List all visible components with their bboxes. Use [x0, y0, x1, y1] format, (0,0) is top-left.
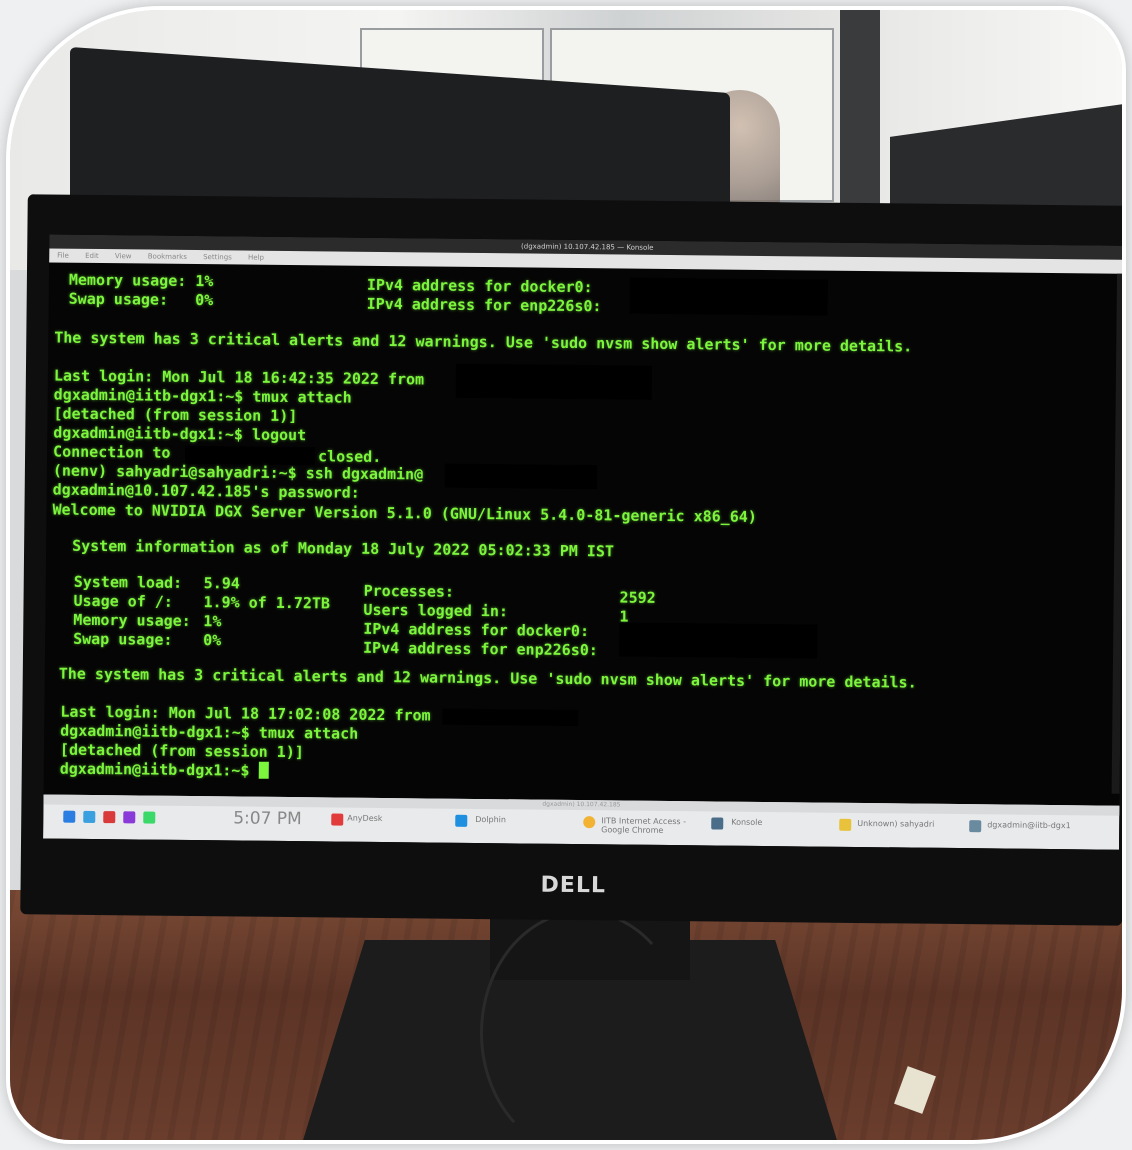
shell-prompt: dgxadmin@iitb-dgx1:~$ — [60, 760, 269, 781]
ipv4-enp-label: IPv4 address for enp226s0: — [362, 638, 598, 660]
detached-line: [detached (from session 1)] — [53, 404, 298, 426]
menu-file[interactable]: File — [57, 252, 69, 260]
task-item[interactable]: Unknown) sahyadri — [857, 819, 967, 829]
app-launcher-icon[interactable] — [63, 810, 76, 823]
redacted-block — [618, 622, 818, 659]
menu-bookmarks[interactable]: Bookmarks — [148, 253, 187, 261]
terminal-output[interactable]: Memory usage: 1% Swap usage: 0% IPv4 add… — [50, 267, 1115, 798]
taskbar-window-label: dgxadmin) 10.107.42.185 — [43, 794, 1120, 816]
task-anydesk[interactable]: AnyDesk — [347, 814, 382, 823]
dell-logo: DELL — [540, 872, 607, 899]
redacted-block — [442, 708, 579, 727]
welcome-line: Welcome to NVIDIA DGX Server Version 5.1… — [52, 500, 757, 526]
app-icon[interactable] — [123, 811, 136, 824]
prev-ipv4-docker: IPv4 address for docker0: — [366, 275, 593, 297]
files-icon[interactable] — [83, 810, 96, 823]
menu-view[interactable]: View — [115, 252, 132, 260]
system-load-label: System load: — [73, 572, 183, 592]
redacted-block — [629, 277, 828, 316]
sysinfo-line: System information as of Monday 18 July … — [72, 536, 615, 561]
connection-line: Connection to — [53, 442, 171, 462]
konsole-icon[interactable] — [711, 817, 724, 830]
redacted-block — [444, 463, 597, 490]
taskbar: dgxadmin) 10.107.42.185 5:07 PM AnyDesk … — [43, 794, 1120, 850]
task-item[interactable]: dgxadmin@iitb-dgx1 — [987, 820, 1097, 830]
menu-settings[interactable]: Settings — [203, 253, 232, 261]
task-konsole[interactable]: Konsole — [731, 818, 762, 827]
swap-usage-value: 0% — [203, 631, 222, 650]
command-line: dgxadmin@iitb-dgx1:~$ logout — [53, 423, 307, 445]
password-prompt: dgxadmin@10.107.42.185's password: — [52, 480, 360, 502]
text-cursor — [258, 761, 269, 779]
prompt-text: dgxadmin@iitb-dgx1:~$ — [59, 759, 259, 780]
processes-value: 2592 — [619, 588, 656, 607]
photo-frame: (dgxadmin) 10.107.42.185 — Konsole File … — [10, 10, 1122, 1140]
window-frame — [840, 10, 880, 210]
screen: (dgxadmin) 10.107.42.185 — Konsole File … — [43, 234, 1122, 850]
prev-ipv4-enp: IPv4 address for enp226s0: — [366, 294, 602, 316]
disk-usage-label: Usage of /: — [73, 591, 173, 611]
users-label: Users logged in: — [363, 600, 509, 621]
app-icon[interactable] — [839, 818, 852, 831]
swap-usage-label: Swap usage: — [73, 629, 173, 649]
monitor: (dgxadmin) 10.107.42.185 — Konsole File … — [20, 194, 1122, 926]
ipv4-docker-label: IPv4 address for docker0: — [363, 619, 590, 641]
memory-usage-label: Memory usage: — [73, 610, 191, 630]
prev-memory-usage: Memory usage: 1% — [68, 270, 214, 291]
mail-icon[interactable] — [103, 811, 116, 824]
cable — [480, 910, 686, 1140]
clock[interactable]: 5:07 PM — [233, 808, 302, 829]
menu-edit[interactable]: Edit — [85, 252, 99, 260]
app-icon[interactable] — [143, 811, 156, 824]
processes-label: Processes: — [363, 581, 455, 601]
alert-line: The system has 3 critical alerts and 12 … — [58, 664, 917, 692]
anydesk-icon[interactable] — [331, 813, 344, 826]
terminal-icon[interactable] — [969, 820, 982, 833]
alert-line: The system has 3 critical alerts and 12 … — [54, 328, 913, 356]
system-load-value: 5.94 — [203, 574, 240, 593]
chrome-icon[interactable] — [583, 816, 596, 829]
disk-usage-value: 1.9% of 1.72TB — [203, 593, 331, 613]
menu-help[interactable]: Help — [248, 254, 264, 262]
task-dolphin[interactable]: Dolphin — [475, 815, 506, 824]
task-chrome[interactable]: IITB Internet Access - Google Chrome — [601, 816, 711, 835]
detached-line: [detached (from session 1)] — [59, 740, 304, 762]
memory-usage-value: 1% — [203, 612, 222, 631]
redacted-block — [455, 363, 653, 400]
prev-swap-usage: Swap usage: 0% — [68, 289, 214, 310]
dolphin-icon[interactable] — [455, 814, 468, 827]
